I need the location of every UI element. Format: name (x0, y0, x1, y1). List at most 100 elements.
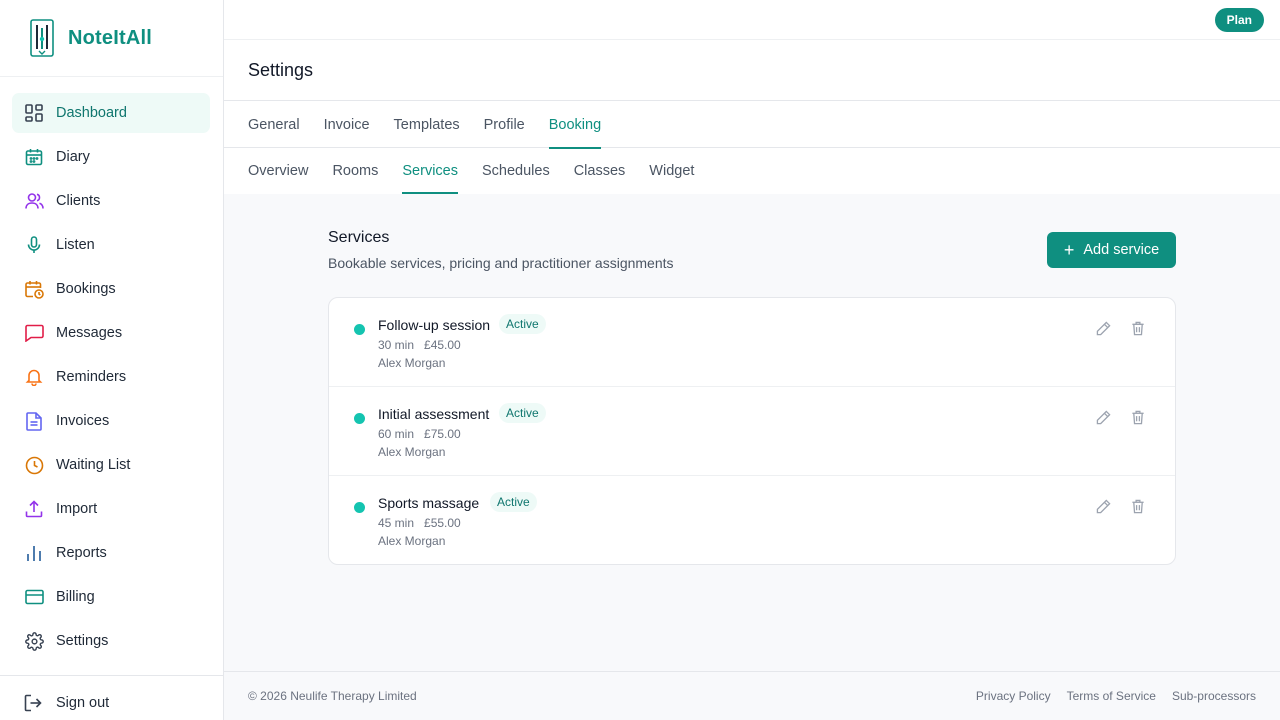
service-meta: 60 min £75.00 (378, 427, 471, 441)
service-name: Sports massage (378, 495, 480, 511)
add-service-label: Add service (1083, 242, 1160, 258)
service-meta: 30 min £45.00 (378, 338, 471, 352)
subtab-services[interactable]: Services (402, 148, 458, 194)
status-badge: Active (499, 403, 546, 423)
trash-icon[interactable] (1129, 497, 1147, 515)
status-dot (354, 324, 365, 335)
logo-icon (30, 19, 54, 57)
tab-general[interactable]: General (248, 101, 300, 148)
tab-profile[interactable]: Profile (484, 101, 525, 148)
main-area: Plan Settings General Invoice Templates … (224, 0, 1280, 720)
settings-tabs: General Invoice Templates Profile Bookin… (224, 101, 1280, 149)
brand[interactable]: NoteItAll (0, 0, 223, 77)
edit-icon[interactable] (1094, 497, 1112, 515)
calendar-clock-icon (24, 279, 44, 299)
subtab-classes[interactable]: Classes (574, 148, 626, 194)
plus-icon: + (1063, 240, 1075, 260)
bell-icon (24, 367, 44, 387)
sidebar-item-clients[interactable]: Clients (12, 181, 210, 221)
privacy-policy-link[interactable]: Privacy Policy (976, 689, 1051, 703)
booking-subtabs: Overview Rooms Services Schedules Classe… (224, 148, 1280, 194)
sidebar-item-label: Messages (56, 325, 123, 341)
status-dot (354, 502, 365, 513)
sidebar-item-label: Billing (56, 589, 95, 605)
sidebar-item-diary[interactable]: Diary (12, 137, 210, 177)
trash-icon[interactable] (1129, 319, 1147, 337)
edit-icon[interactable] (1094, 408, 1112, 426)
gear-icon (24, 631, 44, 651)
sign-out-label: Sign out (56, 695, 110, 711)
sidebar-nav: Dashboard Diary Clients Listen Bookings (0, 77, 223, 661)
service-practitioner: Alex Morgan (378, 445, 446, 459)
top-bar: Plan (224, 0, 1280, 40)
service-duration: 60 min (378, 427, 415, 441)
sidebar-item-waiting-list[interactable]: Waiting List (12, 445, 210, 485)
status-badge: Active (499, 314, 546, 334)
message-icon (24, 323, 44, 343)
sidebar-item-label: Clients (56, 193, 101, 209)
subtab-widget[interactable]: Widget (649, 148, 694, 194)
sub-processors-link[interactable]: Sub-processors (1172, 689, 1256, 703)
terms-of-service-link[interactable]: Terms of Service (1067, 689, 1156, 703)
list-item[interactable]: Follow-up session Active 30 min £45.00 Al… (329, 298, 1175, 387)
app-name: NoteItAll (68, 26, 153, 49)
subtab-schedules[interactable]: Schedules (482, 148, 550, 194)
service-price: £45.00 (424, 338, 461, 352)
service-practitioner: Alex Morgan (378, 356, 446, 370)
sidebar-item-label: Invoices (56, 413, 110, 429)
service-name: Follow-up session (378, 317, 491, 333)
service-duration: 30 min (378, 338, 415, 352)
dashboard-icon (24, 103, 44, 123)
subtab-rooms[interactable]: Rooms (332, 148, 378, 194)
service-practitioner: Alex Morgan (378, 534, 446, 548)
sidebar-item-invoices[interactable]: Invoices (12, 401, 210, 441)
sidebar-item-label: Waiting List (56, 457, 131, 473)
trash-icon[interactable] (1129, 408, 1147, 426)
sign-out-icon (24, 693, 44, 713)
sidebar-item-import[interactable]: Import (12, 489, 210, 529)
sidebar-divider (0, 675, 223, 676)
sidebar-item-reports[interactable]: Reports (12, 533, 210, 573)
edit-icon[interactable] (1094, 319, 1112, 337)
subtab-overview[interactable]: Overview (248, 148, 308, 194)
sidebar-item-bookings[interactable]: Bookings (12, 269, 210, 309)
list-item[interactable]: Initial assessment Active 60 min £75.00 A… (329, 387, 1175, 476)
sidebar-item-dashboard[interactable]: Dashboard (12, 93, 210, 133)
sign-out-button[interactable]: Sign out (24, 693, 109, 713)
users-icon (24, 191, 44, 211)
sidebar-item-billing[interactable]: Billing (12, 577, 210, 617)
status-badge: Active (490, 492, 537, 512)
add-service-button[interactable]: + Add service (1047, 232, 1176, 268)
footer: © 2026 Neulife Therapy Limited Privacy P… (224, 671, 1280, 720)
credit-card-icon (24, 587, 44, 607)
sidebar-item-settings[interactable]: Settings (12, 621, 210, 661)
sidebar-item-listen[interactable]: Listen (12, 225, 210, 265)
sidebar: NoteItAll Dashboard Diary Clients Listen (0, 0, 224, 720)
sidebar-item-label: Reports (56, 545, 107, 561)
tab-templates[interactable]: Templates (394, 101, 460, 148)
service-meta: 45 min £55.00 (378, 516, 471, 530)
section-header: Services Bookable services, pricing and … (328, 229, 1176, 288)
sidebar-item-reminders[interactable]: Reminders (12, 357, 210, 397)
status-dot (354, 413, 365, 424)
microphone-icon (24, 235, 44, 255)
section-title: Services (328, 229, 390, 246)
tab-booking[interactable]: Booking (548, 101, 602, 149)
service-name: Initial assessment (378, 406, 490, 422)
plan-button[interactable]: Plan (1214, 8, 1264, 32)
page-header: Settings (224, 40, 1280, 101)
sidebar-item-label: Diary (56, 149, 90, 165)
sidebar-item-messages[interactable]: Messages (12, 313, 210, 353)
sidebar-item-label: Listen (56, 237, 95, 253)
list-item[interactable]: Sports massage Active 45 min £55.00 Alex … (329, 476, 1175, 564)
upload-icon (24, 499, 44, 519)
clock-icon (24, 455, 44, 475)
service-price: £75.00 (424, 427, 461, 441)
section-subtitle: Bookable services, pricing and practitio… (328, 255, 674, 271)
footer-links: Privacy Policy Terms of Service Sub-proc… (960, 689, 1256, 703)
tab-invoice[interactable]: Invoice (324, 101, 370, 148)
sidebar-item-label: Dashboard (56, 105, 127, 121)
services-list: Follow-up session Active 30 min £45.00 Al… (328, 297, 1176, 565)
document-icon (24, 411, 44, 431)
services-section: Services Bookable services, pricing and … (328, 229, 1176, 565)
